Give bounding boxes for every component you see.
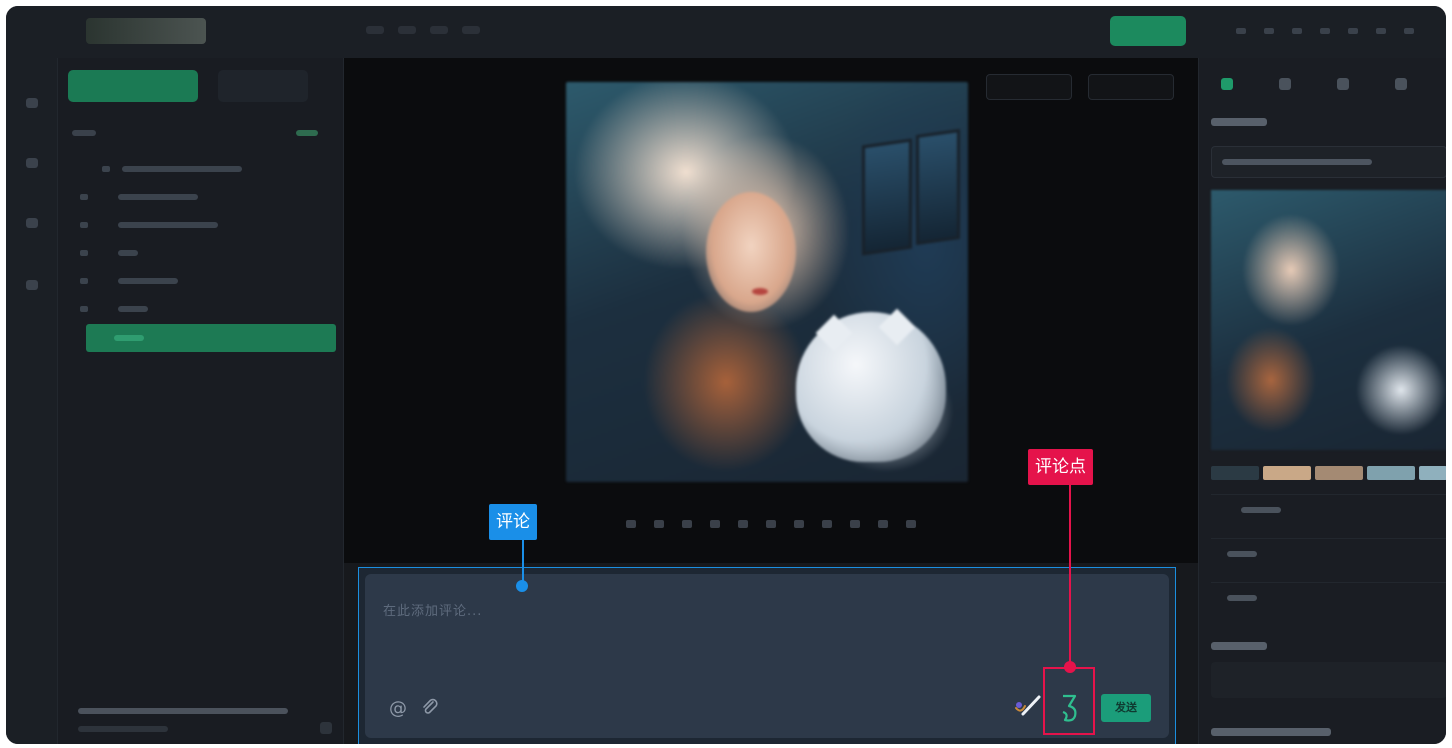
details-tab[interactable]	[1337, 78, 1349, 90]
tree-header	[72, 130, 96, 136]
comment-point-annotation-line	[1069, 485, 1071, 667]
tree-header-action[interactable]	[296, 130, 318, 136]
paperclip-icon[interactable]	[421, 698, 439, 716]
details-panel	[1198, 58, 1446, 744]
details-footer	[1211, 728, 1331, 736]
viewer-tool-icon[interactable]	[710, 520, 720, 528]
viewer-tool-icon[interactable]	[822, 520, 832, 528]
toolbar-icon[interactable]	[1236, 28, 1246, 34]
storage-label	[78, 726, 168, 732]
menu-item[interactable]	[398, 26, 416, 34]
viewer-tool-icon[interactable]	[906, 520, 916, 528]
preview-thumbnail	[1211, 190, 1446, 450]
tree-item[interactable]	[72, 270, 322, 292]
viewer-tool-icon[interactable]	[682, 520, 692, 528]
menu-item[interactable]	[366, 26, 384, 34]
tree-item[interactable]	[72, 242, 322, 264]
menu-item[interactable]	[430, 26, 448, 34]
send-button[interactable]: 发送	[1101, 694, 1151, 722]
details-section-title	[1211, 642, 1267, 650]
comment-placeholder: 在此添加评论...	[383, 604, 483, 619]
artwork-detail	[706, 192, 796, 312]
details-tab[interactable]	[1395, 78, 1407, 90]
storage-progress	[78, 708, 288, 714]
comment-annotation-label: 评论	[489, 504, 537, 540]
color-swatch[interactable]	[1367, 466, 1415, 480]
viewer-action-button[interactable]	[1088, 74, 1174, 100]
pen-icon[interactable]	[1013, 694, 1043, 718]
menu-item[interactable]	[462, 26, 480, 34]
viewer-tool-icon[interactable]	[738, 520, 748, 528]
details-tab[interactable]	[1279, 78, 1291, 90]
viewer-tool-icon[interactable]	[878, 520, 888, 528]
tree-item[interactable]	[72, 214, 322, 236]
nav-icon[interactable]	[26, 280, 38, 290]
color-swatch[interactable]	[1419, 466, 1446, 480]
comment-annotation-line	[522, 540, 524, 582]
viewer-tool-icon[interactable]	[850, 520, 860, 528]
artwork-detail	[752, 288, 768, 295]
toolbar-icon[interactable]	[1264, 28, 1274, 34]
toolbar-icon[interactable]	[1404, 28, 1414, 34]
details-title	[1211, 118, 1267, 126]
details-box[interactable]	[1211, 662, 1446, 698]
top-bar	[6, 6, 1446, 58]
details-tab[interactable]	[1221, 78, 1233, 90]
comment-point-annotation-label: 评论点	[1028, 449, 1093, 485]
toolbar-icon[interactable]	[1292, 28, 1302, 34]
artwork-image[interactable]	[566, 82, 968, 482]
secondary-button[interactable]	[218, 70, 308, 102]
details-row[interactable]	[1211, 582, 1446, 612]
color-swatch[interactable]	[1211, 466, 1259, 480]
toolbar-icon[interactable]	[1376, 28, 1386, 34]
app-window: 在此添加评论... @ 发送	[6, 6, 1446, 744]
app-logo	[86, 18, 206, 44]
file-tree-panel	[58, 58, 344, 744]
details-row[interactable]	[1211, 494, 1446, 524]
new-folder-button[interactable]	[68, 70, 198, 102]
tree-item[interactable]	[72, 298, 322, 320]
comment-annotation-dot	[516, 580, 528, 592]
toolbar-icon[interactable]	[1320, 28, 1330, 34]
viewer-tool-icon[interactable]	[794, 520, 804, 528]
primary-action-button[interactable]	[1110, 16, 1186, 46]
tree-item[interactable]	[72, 186, 322, 208]
viewer-tool-icon[interactable]	[626, 520, 636, 528]
tree-item-selected[interactable]	[86, 324, 336, 352]
filename-field[interactable]	[1211, 146, 1446, 178]
viewer-action-button[interactable]	[986, 74, 1072, 100]
tree-item[interactable]	[72, 158, 322, 180]
comment-point-highlight	[1043, 667, 1095, 735]
details-row[interactable]	[1211, 538, 1446, 568]
artwork-detail	[862, 138, 912, 256]
settings-icon[interactable]	[320, 722, 332, 734]
color-swatch[interactable]	[1263, 466, 1311, 480]
nav-icon[interactable]	[26, 158, 38, 168]
viewer-toolbar	[614, 516, 916, 532]
nav-icon[interactable]	[26, 98, 38, 108]
toolbar-icon[interactable]	[1348, 28, 1358, 34]
artwork-detail	[916, 128, 960, 246]
viewer-tool-icon[interactable]	[654, 520, 664, 528]
nav-rail	[6, 58, 58, 744]
color-swatch[interactable]	[1315, 466, 1363, 480]
nav-icon[interactable]	[26, 218, 38, 228]
at-icon[interactable]: @	[389, 698, 407, 719]
viewer-tool-icon[interactable]	[766, 520, 776, 528]
